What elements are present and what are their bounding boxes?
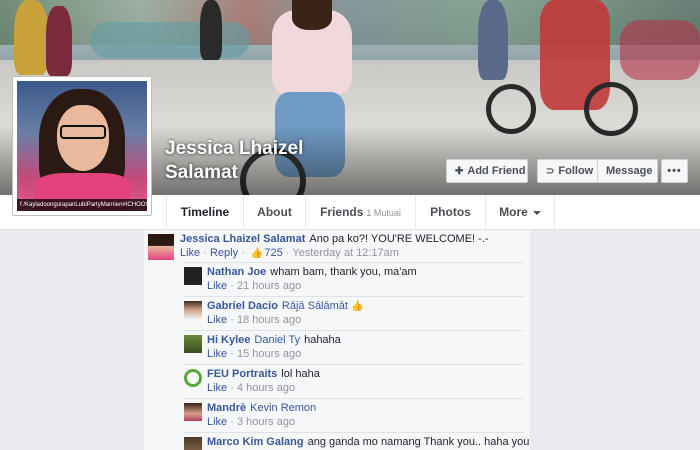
like-link[interactable]: Like (180, 247, 200, 259)
comment-body: FEU Portraits lol haha (207, 367, 320, 381)
comment-author[interactable]: FEU Portraits (207, 368, 277, 380)
like-link[interactable]: Like (207, 416, 227, 428)
divider (184, 398, 524, 399)
like-link[interactable]: Like (207, 382, 227, 394)
message-button[interactable]: Message (597, 159, 658, 183)
commenter-avatar[interactable] (184, 335, 202, 353)
comment-time[interactable]: Yesterday at 12:17am (292, 247, 399, 259)
add-friend-button[interactable]: ✚ Add Friend (446, 159, 528, 183)
comment-author[interactable]: Jessica Lhaizel Salamat (180, 233, 305, 245)
divider (184, 296, 524, 297)
mutual-friends-count: 1 Mutual (366, 208, 401, 218)
tagged-name[interactable]: Rājā Sālāmāt (282, 300, 348, 312)
avatar-caption-left: f /KayladoongurapanLubiPartyMarnien (20, 202, 123, 208)
comment-time[interactable]: 3 hours ago (237, 416, 295, 428)
comment-body: Marco Kim Galang ang ganda mo namang Than… (207, 435, 530, 449)
comment-author[interactable]: Nathan Joe (207, 266, 266, 278)
commenter-avatar[interactable] (184, 369, 202, 387)
comment-author[interactable]: Mandrè (207, 402, 246, 414)
cover-person-center (200, 0, 222, 60)
divider (184, 330, 524, 331)
reply-link[interactable]: Reply (210, 247, 238, 259)
tab-more[interactable]: More (485, 195, 555, 230)
comment-text: Ano pa ko?! YOU'RE WELCOME! -.- (309, 233, 489, 245)
rss-icon: ⊃ (546, 166, 555, 177)
comment-meta: Like · 4 hours ago (207, 382, 296, 394)
commenter-avatar[interactable] (184, 403, 202, 421)
comment-text: lol haha (281, 368, 320, 380)
ellipsis-icon: ••• (667, 165, 682, 177)
comment-meta: Like · 15 hours ago (207, 348, 302, 360)
comment-text: wham bam, thank you, ma'am (270, 266, 417, 278)
tagged-name[interactable]: Kevin Remon (250, 402, 316, 414)
comment-body: Gabriel Dacio Rājā Sālāmāt 👍 (207, 299, 364, 314)
tab-friends-label: Friends (320, 205, 364, 219)
like-count[interactable]: 725 (264, 247, 282, 259)
like-link[interactable]: Like (207, 280, 227, 292)
tab-photos[interactable]: Photos (415, 195, 485, 230)
tab-timeline[interactable]: Timeline (166, 195, 243, 230)
comment-meta: Like · 21 hours ago (207, 280, 302, 292)
profile-name[interactable]: Jessica Lhaizel Salamat (165, 137, 345, 185)
divider (184, 364, 524, 365)
comment-meta: Like · 3 hours ago (207, 416, 296, 428)
tab-friends[interactable]: Friends 1 Mutual (305, 195, 415, 230)
commenter-avatar[interactable] (184, 267, 202, 285)
comment-body: Hi Kylee Daniel Ty hahaha (207, 333, 341, 347)
cover-person-left-2 (46, 6, 72, 76)
comment-time[interactable]: 15 hours ago (237, 348, 301, 360)
profile-picture-image: f /KayladoongurapanLubiPartyMarnien #ICH… (17, 81, 147, 211)
tab-about[interactable]: About (243, 195, 305, 230)
cover-person-left (14, 0, 48, 75)
cover-girl-hair (292, 0, 332, 30)
avatar-caption-right: #ICHOOSETUGON (122, 202, 147, 208)
comment-text: ang ganda mo namang Thank you.. haha you… (307, 436, 530, 448)
follow-button[interactable]: ⊃ Follow (537, 159, 598, 183)
comment-meta: Like · 18 hours ago (207, 314, 302, 326)
commenter-avatar[interactable] (184, 301, 202, 319)
cover-bikes-left (90, 22, 250, 58)
commenter-avatar[interactable] (148, 234, 174, 260)
cover-bikes-right (620, 20, 700, 80)
add-friend-label: Add Friend (467, 165, 526, 177)
comment-thread: Jessica Lhaizel Salamat Ano pa ko?! YOU'R… (144, 230, 530, 450)
divider (184, 262, 524, 263)
comment-time[interactable]: 18 hours ago (237, 314, 301, 326)
follow-label: Follow (558, 165, 594, 177)
avatar-glasses (60, 125, 106, 139)
tab-more-label: More (499, 205, 528, 219)
profile-picture[interactable]: f /KayladoongurapanLubiPartyMarnien #ICH… (12, 76, 152, 216)
commenter-avatar[interactable] (184, 437, 202, 450)
thumbs-up-icon: 👍 (250, 248, 264, 259)
comment-text: hahaha (304, 334, 341, 346)
comment-author[interactable]: Hi Kylee (207, 334, 250, 346)
cover-person-right (478, 0, 508, 80)
thumbs-up-icon: 👍 (350, 301, 364, 312)
comment-meta: Like · Reply · 👍725 · Yesterday at 12:17… (180, 247, 399, 259)
like-link[interactable]: Like (207, 314, 227, 326)
comment-author[interactable]: Gabriel Dacio (207, 300, 278, 312)
comment-time[interactable]: 4 hours ago (237, 382, 295, 394)
comment-body: Jessica Lhaizel Salamat Ano pa ko?! YOU'R… (180, 232, 489, 246)
chevron-down-icon (532, 210, 541, 215)
like-link[interactable]: Like (207, 348, 227, 360)
comment-body: Nathan Joe wham bam, thank you, ma'am (207, 265, 417, 279)
comment-time[interactable]: 21 hours ago (237, 280, 301, 292)
comment-author[interactable]: Marco Kim Galang (207, 436, 304, 448)
comment-body: Mandrè Kevin Remon (207, 401, 316, 415)
avatar-caption-strip: f /KayladoongurapanLubiPartyMarnien #ICH… (17, 199, 147, 211)
tagged-name[interactable]: Daniel Ty (254, 334, 300, 346)
divider (184, 432, 524, 433)
person-plus-icon: ✚ (455, 166, 464, 177)
more-options-button[interactable]: ••• (661, 159, 688, 183)
